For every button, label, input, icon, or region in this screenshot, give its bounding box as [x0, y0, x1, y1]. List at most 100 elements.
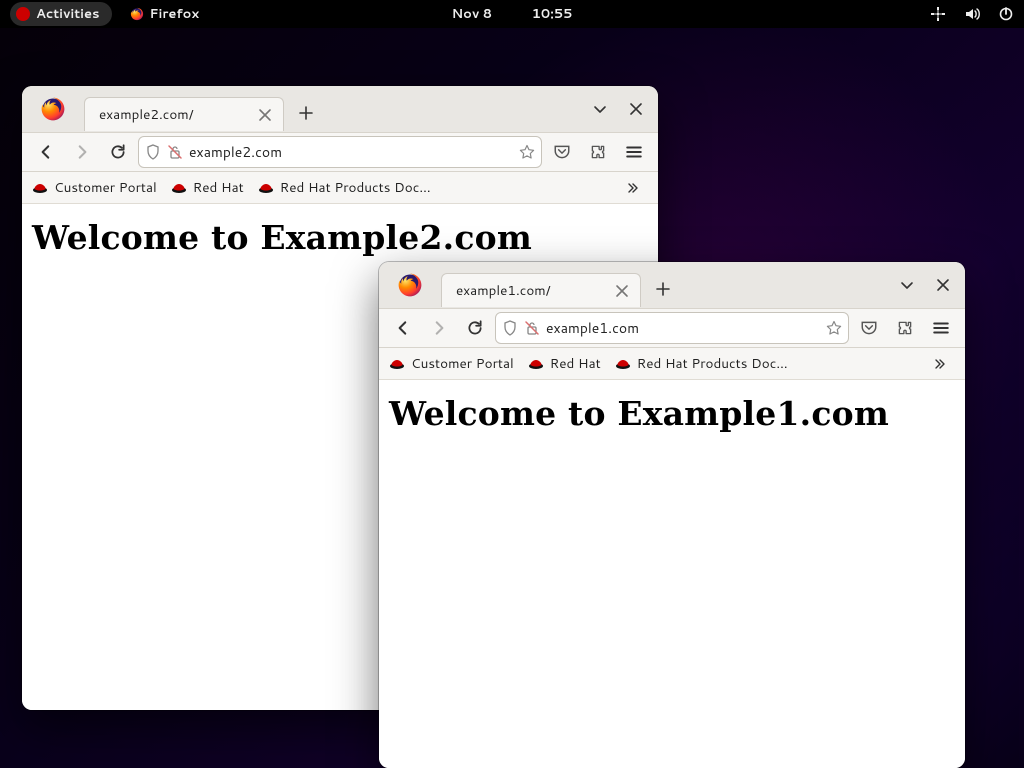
pocket-button[interactable] [853, 312, 885, 344]
power-icon [998, 6, 1014, 22]
hamburger-icon [932, 319, 950, 337]
nav-toolbar: example2.com [22, 132, 658, 172]
bookmarks-overflow-button[interactable] [923, 348, 955, 380]
back-icon [394, 319, 412, 337]
redhat-icon [389, 356, 405, 372]
tab-title: example1.com/ [456, 281, 604, 300]
url-text: example1.com [546, 318, 820, 338]
pocket-button[interactable] [546, 136, 578, 168]
chevron-down-icon [899, 277, 915, 293]
back-icon [37, 143, 55, 161]
bookmark-red-hat-products-docs[interactable]: Red Hat Products Doc… [258, 178, 431, 197]
close-tab-icon[interactable] [614, 283, 630, 299]
firefox-logo-icon [397, 272, 423, 298]
reload-button[interactable] [102, 136, 134, 168]
pocket-icon [553, 143, 571, 161]
system-tray[interactable] [930, 6, 1014, 22]
bookmark-red-hat[interactable]: Red Hat [171, 178, 244, 197]
back-button[interactable] [387, 312, 419, 344]
bookmark-label: Red Hat [193, 178, 244, 197]
chevrons-right-icon [931, 356, 947, 372]
page-heading: Welcome to Example2.com [32, 218, 648, 257]
close-icon [935, 277, 951, 293]
clock-date: Nov 8 [452, 5, 493, 23]
reload-button[interactable] [459, 312, 491, 344]
chevrons-right-icon [624, 180, 640, 196]
redhat-icon [615, 356, 631, 372]
redhat-icon [32, 180, 48, 196]
bookmark-star-icon[interactable] [519, 144, 535, 160]
reload-icon [109, 143, 127, 161]
close-icon [628, 101, 644, 117]
extensions-icon [896, 319, 914, 337]
bookmark-label: Red Hat [550, 354, 601, 373]
page-heading: Welcome to Example1.com [389, 394, 955, 433]
new-tab-button[interactable] [649, 275, 677, 303]
browser-tab[interactable]: example2.com/ [84, 97, 284, 131]
new-tab-button[interactable] [292, 99, 320, 127]
bookmarks-overflow-button[interactable] [616, 172, 648, 204]
bookmark-customer-portal[interactable]: Customer Portal [389, 354, 514, 373]
hamburger-icon [625, 143, 643, 161]
url-text: example2.com [189, 142, 513, 162]
bookmarks-toolbar: Customer Portal Red Hat Red Hat Products… [379, 348, 965, 380]
gnome-topbar: Activities Firefox Nov 8 10:55 [0, 0, 1024, 28]
window-close-button[interactable] [929, 271, 957, 299]
activities-label: Activities [36, 5, 100, 23]
bookmark-star-icon[interactable] [826, 320, 842, 336]
insecure-connection-icon[interactable] [524, 320, 540, 336]
firefox-window-example1: example1.com/ example1.com Customer Port… [379, 262, 965, 768]
browser-tab[interactable]: example1.com/ [441, 273, 641, 307]
chevron-down-icon [592, 101, 608, 117]
clock-button[interactable]: Nov 8 10:55 [452, 5, 573, 23]
page-content: Welcome to Example1.com [379, 380, 965, 768]
bookmark-label: Red Hat Products Doc… [280, 178, 431, 197]
close-tab-icon[interactable] [257, 107, 273, 123]
tab-strip: example1.com/ [379, 262, 965, 308]
tab-title: example2.com/ [99, 105, 247, 124]
active-app-indicator[interactable]: Firefox [130, 5, 200, 23]
extensions-button[interactable] [582, 136, 614, 168]
tracking-protection-icon[interactable] [145, 144, 161, 160]
bookmark-label: Red Hat Products Doc… [637, 354, 788, 373]
pocket-icon [860, 319, 878, 337]
app-menu-button[interactable] [925, 312, 957, 344]
firefox-logo-icon [40, 96, 66, 122]
extensions-button[interactable] [889, 312, 921, 344]
bookmark-red-hat[interactable]: Red Hat [528, 354, 601, 373]
bookmark-label: Customer Portal [411, 354, 514, 373]
list-all-tabs-button[interactable] [893, 271, 921, 299]
plus-icon [655, 281, 671, 297]
list-all-tabs-button[interactable] [586, 95, 614, 123]
volume-icon [964, 6, 980, 22]
redhat-icon [258, 180, 274, 196]
network-icon [930, 6, 946, 22]
distro-logo-icon [16, 7, 30, 21]
extensions-icon [589, 143, 607, 161]
redhat-icon [528, 356, 544, 372]
bookmark-label: Customer Portal [54, 178, 157, 197]
window-close-button[interactable] [622, 95, 650, 123]
insecure-connection-icon[interactable] [167, 144, 183, 160]
forward-button[interactable] [66, 136, 98, 168]
app-menu-button[interactable] [618, 136, 650, 168]
bookmark-customer-portal[interactable]: Customer Portal [32, 178, 157, 197]
url-bar[interactable]: example1.com [495, 312, 849, 344]
nav-toolbar: example1.com [379, 308, 965, 348]
forward-icon [430, 319, 448, 337]
firefox-icon [130, 7, 144, 21]
tab-strip: example2.com/ [22, 86, 658, 132]
plus-icon [298, 105, 314, 121]
forward-icon [73, 143, 91, 161]
clock-time: 10:55 [532, 5, 573, 23]
url-bar[interactable]: example2.com [138, 136, 542, 168]
bookmark-red-hat-products-docs[interactable]: Red Hat Products Doc… [615, 354, 788, 373]
reload-icon [466, 319, 484, 337]
tracking-protection-icon[interactable] [502, 320, 518, 336]
bookmarks-toolbar: Customer Portal Red Hat Red Hat Products… [22, 172, 658, 204]
active-app-label: Firefox [150, 5, 200, 23]
redhat-icon [171, 180, 187, 196]
forward-button[interactable] [423, 312, 455, 344]
activities-button[interactable]: Activities [10, 2, 112, 26]
back-button[interactable] [30, 136, 62, 168]
